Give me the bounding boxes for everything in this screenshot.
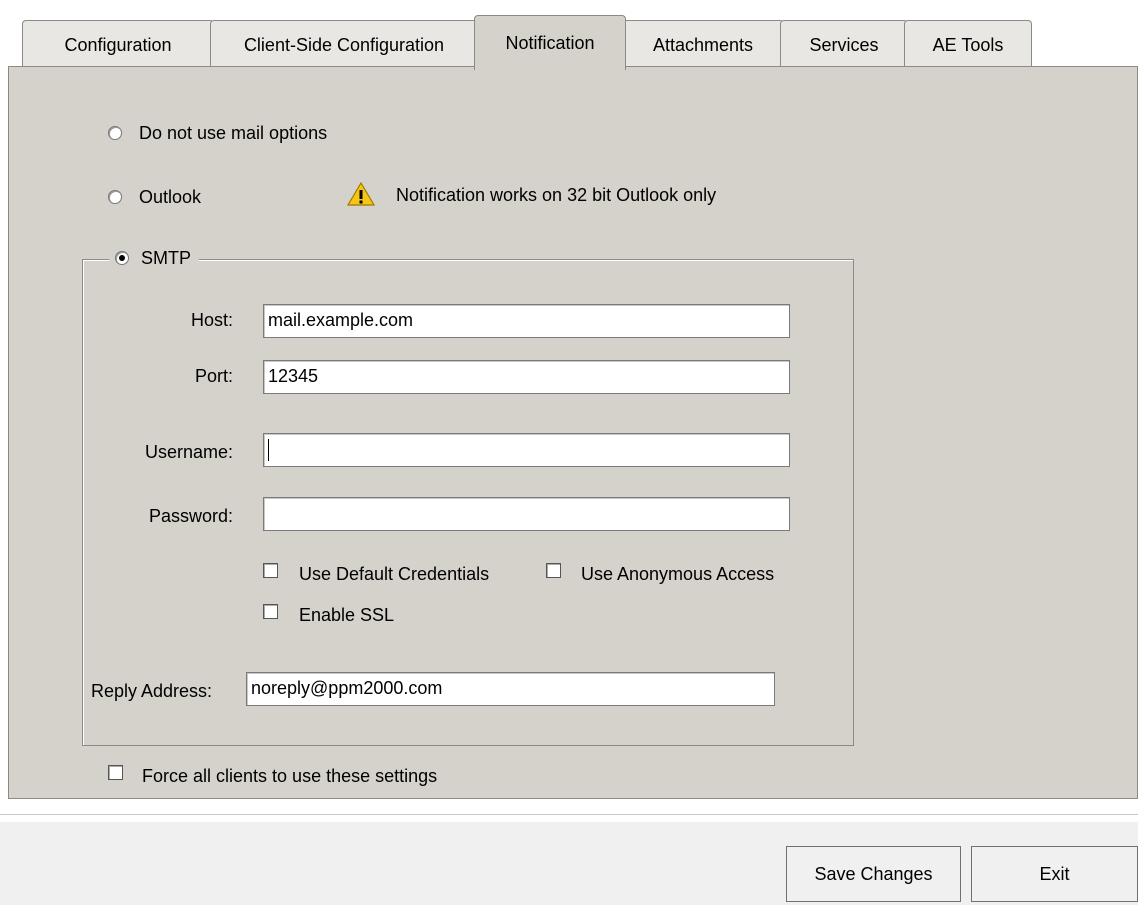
notification-panel: Do not use mail options Outlook Notifica… xyxy=(8,66,1138,799)
use-default-credentials-label: Use Default Credentials xyxy=(299,564,490,584)
warning-icon xyxy=(346,181,376,207)
tab-notification[interactable]: Notification xyxy=(474,15,626,70)
radio-no-mail-label: Do not use mail options xyxy=(139,123,328,143)
port-input[interactable]: 12345 xyxy=(263,360,790,394)
use-anonymous-access-label: Use Anonymous Access xyxy=(581,564,775,584)
reply-address-input[interactable]: noreply@ppm2000.com xyxy=(246,672,775,706)
password-label: Password: xyxy=(148,506,233,526)
tab-label: Configuration xyxy=(64,35,172,55)
enable-ssl-label: Enable SSL xyxy=(299,605,395,625)
tab-configuration[interactable]: Configuration xyxy=(22,20,214,70)
reply-address-label: Reply Address: xyxy=(91,681,213,701)
smtp-group-legend: SMTP xyxy=(109,245,200,271)
radio-outlook-label: Outlook xyxy=(139,187,202,207)
text-caret xyxy=(268,439,269,462)
tab-label: AE Tools xyxy=(932,35,1004,55)
tab-attachments[interactable]: Attachments xyxy=(622,20,784,70)
radio-outlook[interactable] xyxy=(108,190,122,204)
host-input[interactable]: mail.example.com xyxy=(263,304,790,338)
enable-ssl-checkbox[interactable] xyxy=(263,604,278,619)
use-default-credentials-checkbox[interactable] xyxy=(263,563,278,578)
radio-smtp-label: SMTP xyxy=(141,247,192,268)
exit-button[interactable]: Exit xyxy=(971,846,1138,902)
host-label: Host: xyxy=(190,310,233,330)
force-all-clients-checkbox[interactable] xyxy=(108,765,123,780)
tab-label: Client-Side Configuration xyxy=(243,35,445,55)
tab-client-side-configuration[interactable]: Client-Side Configuration xyxy=(210,20,478,70)
tab-services[interactable]: Services xyxy=(780,20,908,70)
radio-smtp[interactable] xyxy=(115,251,129,265)
footer-bar: Save Changes Exit xyxy=(0,822,1138,905)
outlook-warning-text: Notification works on 32 bit Outlook onl… xyxy=(396,185,717,205)
force-all-clients-label: Force all clients to use these settings xyxy=(142,766,438,786)
password-input[interactable] xyxy=(263,497,790,531)
tab-ae-tools[interactable]: AE Tools xyxy=(904,20,1032,70)
port-label: Port: xyxy=(194,366,233,386)
tab-label: Services xyxy=(809,35,879,55)
username-input[interactable] xyxy=(263,433,790,467)
tab-strip: Configuration Client-Side Configuration … xyxy=(0,0,1138,72)
separator-line xyxy=(0,814,1138,815)
tab-label: Notification xyxy=(505,32,595,53)
use-anonymous-access-checkbox[interactable] xyxy=(546,563,561,578)
username-label: Username: xyxy=(144,442,233,462)
save-changes-button[interactable]: Save Changes xyxy=(786,846,961,902)
tab-label: Attachments xyxy=(652,35,754,55)
radio-selected-dot xyxy=(119,255,125,261)
radio-no-mail[interactable] xyxy=(108,126,122,140)
